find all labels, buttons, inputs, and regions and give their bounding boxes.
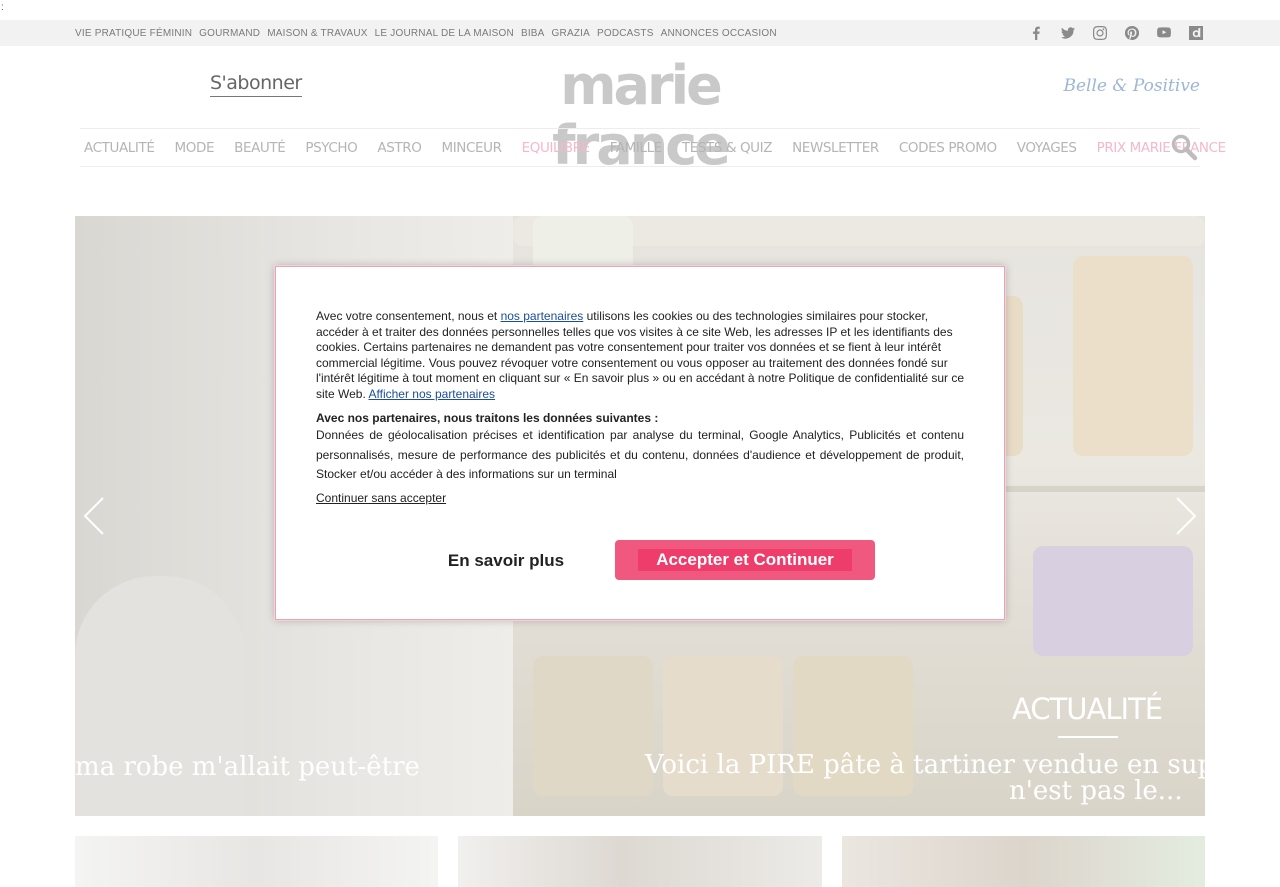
partners-link[interactable]: nos partenaires (501, 309, 584, 323)
network-link[interactable]: BIBA (521, 28, 545, 39)
network-link[interactable]: LE JOURNAL DE LA MAISON (375, 28, 514, 39)
instagram-icon[interactable] (1091, 24, 1109, 42)
nav-item-voyages[interactable]: VOYAGES (1017, 140, 1077, 156)
consent-text: Avec votre consentement, nous et (316, 309, 501, 323)
network-link[interactable]: GRAZIA (552, 28, 590, 39)
slide-category: ACTUALITÉ (1012, 692, 1163, 726)
slide-title-right[interactable]: Voici la PIRE pâte à tartiner vendue en … (645, 752, 1205, 804)
belle-positive-logo[interactable]: Belle & Positive (1063, 76, 1200, 96)
main-navigation: ACTUALITÉ MODE BEAUTÉ PSYCHO ASTRO MINCE… (80, 128, 1226, 167)
prev-slide-arrow[interactable] (81, 496, 111, 536)
nav-item-psycho[interactable]: PSYCHO (305, 140, 357, 156)
youtube-icon[interactable] (1155, 24, 1173, 42)
network-link[interactable]: GOURMAND (199, 28, 260, 39)
purposes-list: Données de géolocalisation précises et i… (316, 428, 964, 482)
nav-item-famille[interactable]: FAMILLE (610, 140, 663, 156)
jar-decor (1033, 546, 1193, 656)
nav-item-mode[interactable]: MODE (174, 140, 214, 156)
accept-button-label: Accepter et Continuer (638, 549, 852, 571)
nav-item-astro[interactable]: ASTRO (377, 140, 421, 156)
network-link[interactable]: VIE PRATIQUE FÉMININ (75, 28, 192, 39)
network-link[interactable]: PODCASTS (597, 28, 654, 39)
twitter-icon[interactable] (1059, 24, 1077, 42)
show-partners-link[interactable]: Afficher nos partenaires (368, 387, 495, 401)
jar-decor (533, 656, 653, 796)
slide-title-line: Voici la PIRE pâte à tartiner vendue en … (645, 750, 1205, 780)
jar-decor (1073, 256, 1193, 456)
nav-item-newsletter[interactable]: NEWSLETTER (792, 140, 879, 156)
nav-item-codes-promo[interactable]: CODES PROMO (899, 140, 997, 156)
nav-item-beaute[interactable]: BEAUTÉ (234, 140, 286, 156)
accept-button[interactable]: Accepter et Continuer (615, 540, 875, 580)
article-card-image[interactable] (458, 836, 822, 887)
category-underline (1058, 736, 1118, 738)
nav-item-actualite[interactable]: ACTUALITÉ (84, 140, 155, 156)
stray-characters: : (1, 2, 4, 13)
subscribe-link[interactable]: S'abonner (210, 72, 302, 97)
slide-title-line: n'est pas le... (1009, 776, 1183, 806)
consent-body: Avec votre consentement, nous et nos par… (316, 309, 964, 506)
network-link[interactable]: MAISON & TRAVAUX (267, 28, 367, 39)
social-links (1027, 20, 1205, 46)
next-slide-arrow[interactable] (1169, 496, 1199, 536)
cookie-consent-dialog: Avec votre consentement, nous et nos par… (275, 266, 1005, 620)
network-link[interactable]: ANNONCES OCCASION (661, 28, 777, 39)
nav-item-prix-marie-france[interactable]: PRIX MARIE FRANCE (1097, 140, 1227, 156)
learn-more-button[interactable]: En savoir plus (416, 541, 596, 579)
search-icon[interactable] (1170, 133, 1198, 161)
consent-intro: Avec votre consentement, nous et nos par… (316, 309, 964, 403)
partners-title: Avec nos partenaires, nous traitons les … (316, 410, 659, 425)
top-utility-bar: VIE PRATIQUE FÉMININ GOURMAND MAISON & T… (0, 20, 1280, 46)
continue-without-accepting-link[interactable]: Continuer sans accepter (316, 491, 446, 507)
slide-title-left[interactable]: ma robe m'allait peut-être (75, 752, 420, 782)
network-links: VIE PRATIQUE FÉMININ GOURMAND MAISON & T… (75, 20, 777, 46)
article-card-image[interactable] (75, 836, 438, 887)
nav-item-tests-quiz[interactable]: TESTS & QUIZ (682, 140, 773, 156)
pinterest-icon[interactable] (1123, 24, 1141, 42)
article-card-image[interactable] (842, 836, 1205, 887)
nav-item-minceur[interactable]: MINCEUR (441, 140, 502, 156)
nav-item-equilibre[interactable]: EQUILIBRE (522, 140, 590, 156)
article-cards (75, 836, 1205, 887)
facebook-icon[interactable] (1027, 24, 1045, 42)
dailymotion-icon[interactable] (1187, 24, 1205, 42)
